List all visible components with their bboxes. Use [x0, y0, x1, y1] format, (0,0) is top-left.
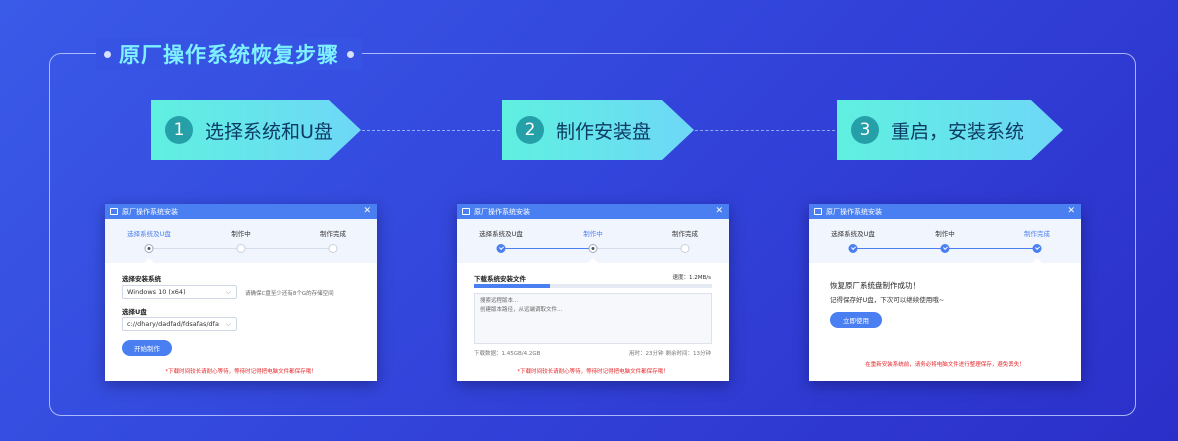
progress-node-3 — [328, 244, 338, 253]
os-hint: 请确保C盘至少还有8个G的存储空间 — [245, 291, 334, 297]
progress-node-1 — [144, 244, 154, 253]
progress-label-select: 选择系统及U盘 — [831, 230, 875, 238]
os-label: 选择安装系统 — [122, 275, 161, 283]
usb-label: 选择U盘 — [122, 308, 147, 316]
chevron-down-icon: ⌵ — [225, 320, 231, 328]
progress-label-making: 制作中 — [935, 230, 955, 238]
progress-label-making: 制作中 — [231, 230, 251, 238]
log-line: 创建版本路径，从远端调取文件... — [480, 307, 563, 313]
step-2-number: 2 — [516, 116, 544, 144]
progress-label-select: 选择系统及U盘 — [127, 230, 171, 238]
step-2-banner: 2 制作安装盘 — [502, 100, 694, 160]
dashed-connector-2 — [695, 130, 835, 131]
os-select-value: Windows 10 (x64) — [127, 288, 186, 296]
progress-label-select: 选择系统及U盘 — [479, 230, 523, 238]
log-box[interactable]: 搜索远程版本... 创建版本路径，从远端调取文件... — [474, 293, 712, 344]
progress-steps: 选择系统及U盘 制作中 制作完成 — [809, 219, 1081, 263]
progress-label-done: 制作完成 — [672, 230, 698, 238]
close-icon[interactable]: ✕ — [1067, 206, 1075, 216]
close-icon[interactable]: ✕ — [715, 206, 723, 216]
window-title: 原厂操作系统安装 — [474, 207, 530, 216]
download-speed: 速度：1.2MB/s — [672, 275, 711, 281]
dot-right — [347, 50, 354, 58]
progress-node-1 — [496, 244, 506, 253]
start-button[interactable]: 开始制作 — [122, 340, 172, 356]
window-title: 原厂操作系统安装 — [122, 207, 178, 216]
progress-node-2 — [588, 244, 598, 253]
window-making: 原厂操作系统安装 ✕ 选择系统及U盘 制作中 制作完成 下载系统安装文件 速度：… — [457, 204, 729, 381]
step-3-banner: 3 重启，安装系统 — [837, 100, 1063, 160]
os-select[interactable]: Windows 10 (x64) ⌵ — [122, 285, 237, 299]
progress-steps: 选择系统及U盘 制作中 制作完成 — [105, 219, 377, 263]
window-done: 原厂操作系统安装 ✕ 选择系统及U盘 制作中 制作完成 恢复原厂系统盘制作成功！… — [809, 204, 1081, 381]
elapsed-time: 用时：23分钟 — [629, 351, 664, 357]
download-progress-fill — [474, 284, 551, 288]
window-titlebar: 原厂操作系统安装 ✕ — [809, 204, 1081, 219]
window-body: 选择安装系统 Windows 10 (x64) ⌵ 请确保C盘至少还有8个G的存… — [105, 263, 377, 381]
progress-node-2 — [236, 244, 246, 253]
progress-track-fill — [501, 248, 593, 249]
warning-text: *下载时间较长请耐心等待，等待时记得把电脑文件都保存哦！ — [165, 369, 317, 375]
usb-select[interactable]: c://dhary/dadfad/fdsafas/dfa ⌵ — [122, 317, 237, 331]
success-title: 恢复原厂系统盘制作成功！ — [830, 281, 920, 290]
dashed-connector-1 — [362, 130, 500, 131]
app-logo-icon — [110, 208, 118, 215]
warning-text: *下载时间较长请耐心等待，等待时记得把电脑文件都保存哦！ — [517, 369, 669, 375]
chevron-down-icon: ⌵ — [225, 288, 231, 296]
app-logo-icon — [814, 208, 822, 215]
step-2-label: 制作安装盘 — [556, 120, 652, 143]
warning-text: 在重新安装系统前，请务必将电脑文件进行整理保存，避免丢失！ — [865, 362, 1025, 368]
step-1-banner: 1 选择系统和U盘 — [151, 100, 361, 160]
progress-label-done: 制作完成 — [1024, 230, 1050, 238]
progress-label-done: 制作完成 — [320, 230, 346, 238]
progress-node-2 — [940, 244, 950, 253]
window-title: 原厂操作系统安装 — [826, 207, 882, 216]
step-1-number: 1 — [165, 116, 193, 144]
window-titlebar: 原厂操作系统安装 ✕ — [457, 204, 729, 219]
dot-left — [104, 50, 111, 58]
progress-node-3 — [680, 244, 690, 253]
remaining-time: 剩余时间：13分钟 — [665, 351, 712, 357]
step-3-label: 重启，安装系统 — [891, 120, 1025, 143]
usb-select-value: c://dhary/dadfad/fdsafas/dfa — [127, 320, 219, 328]
step-3-number: 3 — [851, 116, 879, 144]
success-subtitle: 记得保存好U盘，下次可以继续使用哦~ — [830, 296, 945, 304]
window-body: 下载系统安装文件 速度：1.2MB/s 搜索远程版本... 创建版本路径，从远端… — [457, 263, 729, 381]
app-logo-icon — [462, 208, 470, 215]
header: 原厂操作系统恢复步骤 — [96, 38, 362, 70]
window-select-system: 原厂操作系统安装 ✕ 选择系统及U盘 制作中 制作完成 选择安装系统 Windo… — [105, 204, 377, 381]
progress-steps: 选择系统及U盘 制作中 制作完成 — [457, 219, 729, 263]
close-icon[interactable]: ✕ — [363, 206, 371, 216]
log-line: 搜索远程版本... — [480, 298, 519, 304]
step-1-label: 选择系统和U盘 — [205, 120, 333, 143]
window-body: 恢复原厂系统盘制作成功！ 记得保存好U盘，下次可以继续使用哦~ 立即使用 在重新… — [809, 263, 1081, 381]
window-titlebar: 原厂操作系统安装 ✕ — [105, 204, 377, 219]
page-title: 原厂操作系统恢复步骤 — [119, 43, 339, 67]
download-label: 下载系统安装文件 — [474, 275, 526, 283]
progress-node-3 — [1032, 244, 1042, 253]
downloaded-size: 下载数据：1.45GB/4.2GB — [474, 351, 541, 357]
use-now-button[interactable]: 立即使用 — [830, 312, 882, 328]
progress-label-making: 制作中 — [583, 230, 603, 238]
progress-node-1 — [848, 244, 858, 253]
